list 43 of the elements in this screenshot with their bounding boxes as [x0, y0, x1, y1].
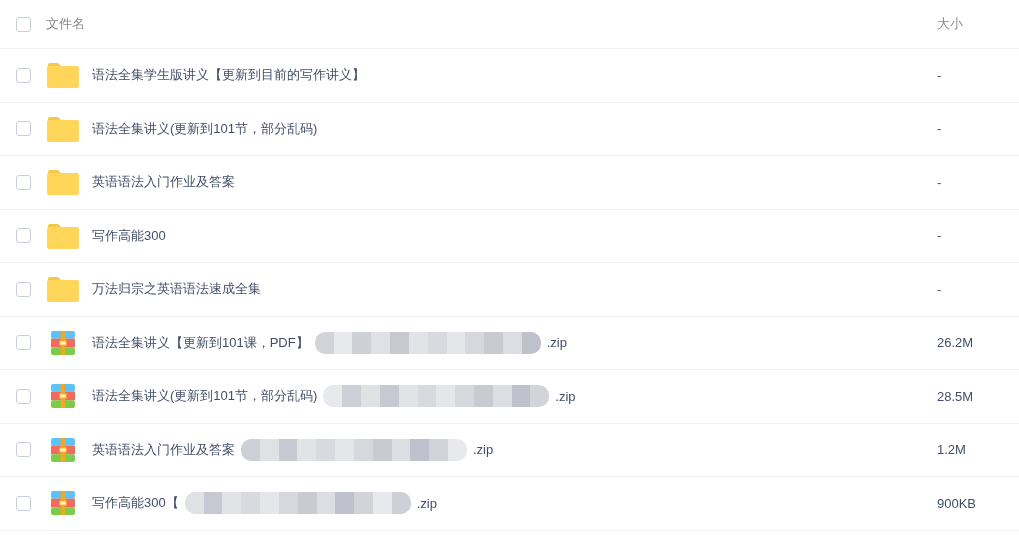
row-checkbox[interactable] — [16, 174, 31, 190]
file-size: - — [937, 228, 943, 244]
file-size: 900KB — [937, 495, 978, 511]
archive-icon — [51, 330, 75, 355]
row-checkbox[interactable] — [16, 442, 31, 458]
file-extension: .zip — [473, 442, 494, 458]
file-name[interactable]: 写作高能300 — [92, 226, 166, 245]
file-size: - — [937, 67, 943, 83]
column-header[interactable]: 大小 — [937, 15, 1019, 33]
folder-icon — [47, 276, 79, 303]
file-size: 28.5M — [937, 388, 975, 404]
file-extension: .zip — [546, 335, 567, 351]
archive-icon — [51, 437, 75, 462]
select-all-checkbox[interactable] — [16, 16, 31, 32]
column-header[interactable]: 文件名 — [46, 15, 85, 33]
row-checkbox[interactable] — [16, 495, 31, 511]
file-size: 26.2M — [937, 335, 975, 351]
archive-icon — [51, 491, 75, 516]
folder-icon — [47, 169, 79, 196]
file-name[interactable]: 语法全集学生版讲义【更新到目前的写作讲义】 — [92, 66, 365, 85]
file-size: - — [937, 281, 943, 297]
row-checkbox[interactable] — [16, 228, 31, 244]
file-size: - — [937, 174, 943, 190]
file-extension: .zip — [416, 495, 437, 511]
archive-icon — [51, 384, 75, 409]
folder-icon — [47, 222, 79, 249]
row-checkbox[interactable] — [16, 281, 31, 297]
file-name[interactable]: 语法全集讲义【更新到101课，PDF】 — [92, 333, 309, 352]
file-name[interactable]: 英语语法入门作业及答案 — [92, 440, 235, 459]
file-extension: .zip — [555, 388, 576, 404]
folder-icon — [47, 62, 79, 89]
row-checkbox[interactable] — [16, 67, 31, 83]
file-name[interactable]: 语法全集讲义(更新到101节，部分乱码) — [92, 387, 318, 406]
folder-icon — [47, 115, 79, 142]
row-checkbox[interactable] — [16, 121, 31, 137]
row-checkbox[interactable] — [16, 388, 31, 404]
file-name[interactable]: 英语语法入门作业及答案 — [92, 173, 235, 192]
file-name[interactable]: 万法归宗之英语语法速成全集 — [92, 280, 261, 299]
file-name[interactable]: 写作高能300【 — [92, 494, 179, 513]
row-checkbox[interactable] — [16, 335, 31, 351]
file-size: 1.2M — [937, 442, 967, 458]
file-size: - — [937, 121, 943, 137]
file-name[interactable]: 语法全集讲义(更新到101节，部分乱码) — [92, 119, 318, 138]
